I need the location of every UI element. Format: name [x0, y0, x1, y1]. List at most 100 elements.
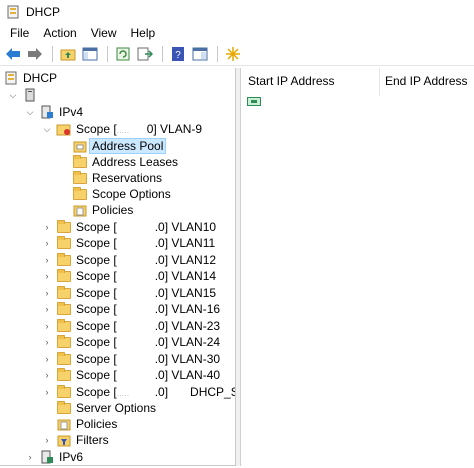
tree-item-scope[interactable]: › Scope [x.0] VLAN-16 [42, 301, 222, 317]
folder-icon [56, 318, 71, 333]
tree-item-scope-options[interactable]: Scope Options [72, 186, 173, 202]
tree-item-scope[interactable]: › Scope [x.0] VLAN11 [42, 235, 217, 251]
tree-label: Scope [x.0] VLAN11 [76, 236, 216, 250]
tree-item-scope[interactable]: › Scope [x.0] VLAN12 [42, 252, 218, 268]
redacted-text: ..... [116, 125, 147, 135]
folder-icon [56, 252, 71, 267]
chevron-right-icon[interactable]: › [42, 367, 52, 383]
tree-item-scope[interactable]: › Scope [x.0] VLAN-30 [42, 351, 222, 367]
tree-item-filters[interactable]: › Filters [42, 432, 111, 448]
refresh-icon [116, 47, 130, 60]
tree-item-scope[interactable]: › Scope [......0]DHCP_SRV [42, 384, 235, 400]
tree-item-scope[interactable]: › Scope [x.0] VLAN10 [42, 219, 218, 235]
tree-item-reservations[interactable]: Reservations [72, 170, 164, 186]
action-pane-icon [192, 47, 208, 60]
column-header-start-ip[interactable]: Start IP Address [248, 74, 335, 88]
redacted-text: x [116, 269, 155, 283]
tree-item-server-options[interactable]: Server Options [56, 400, 158, 416]
tree-item-scope[interactable]: › Scope [x.0] VLAN15 [42, 285, 218, 301]
back-button[interactable] [3, 44, 23, 64]
tree-label: Scope [x.0] VLAN-30 [76, 352, 221, 366]
tree-item-address-pool[interactable]: Address Pool [72, 138, 167, 154]
toolbar-separator [107, 45, 108, 62]
tree-label: Scope [x.0] VLAN-24 [76, 335, 221, 349]
chevron-right-icon[interactable]: › [42, 268, 52, 284]
chevron-down-icon[interactable]: ⌵ [42, 121, 52, 137]
refresh-button[interactable] [113, 44, 133, 64]
chevron-right-icon[interactable]: › [42, 301, 52, 317]
window-title: DHCP [26, 5, 61, 19]
chevron-right-icon[interactable]: › [42, 318, 52, 334]
toolbar-separator [52, 45, 53, 62]
tree-item-address-leases[interactable]: Address Leases [72, 154, 180, 170]
menu-file[interactable]: File [3, 26, 36, 40]
chevron-right-icon[interactable]: › [42, 334, 52, 350]
new-button[interactable] [223, 44, 243, 64]
tree-item-scope-policies[interactable]: Policies [72, 202, 135, 218]
tree-item-scope[interactable]: › Scope [x.0] VLAN-24 [42, 334, 222, 350]
chevron-right-icon[interactable]: › [42, 252, 52, 268]
toolbar-separator [217, 45, 218, 62]
chevron-right-icon[interactable]: › [42, 351, 52, 367]
tree-item-scope[interactable]: › Scope [x.0] VLAN14 [42, 268, 218, 284]
console-tree-icon [82, 47, 98, 60]
chevron-down-icon[interactable]: ⌵ [25, 104, 35, 120]
help-icon: ? [172, 46, 184, 61]
options-folder-icon [72, 186, 87, 201]
redacted-text: x [116, 335, 155, 349]
tree-item-server[interactable]: ⌵ [8, 87, 44, 103]
tree-label: Scope [x.0] VLAN-16 [76, 302, 221, 316]
ipv6-icon [39, 450, 54, 464]
tree-label: Scope [......0]DHCP_SRV [76, 385, 235, 399]
options-folder-icon [56, 400, 71, 415]
tree-item-scope-vlan-9[interactable]: ⌵ Scope [..... 0] VLAN-9 [42, 121, 204, 137]
tree-label: IPv4 [59, 105, 84, 119]
up-folder-button[interactable] [58, 44, 78, 64]
menu-help[interactable]: Help [124, 26, 163, 40]
show-hide-console-tree-button[interactable] [80, 44, 100, 64]
folder-icon [56, 334, 71, 349]
toolbar: ? [0, 42, 474, 66]
dhcp-server-icon [3, 71, 18, 85]
scope-folder-icon [56, 122, 71, 136]
list-item[interactable] [247, 94, 447, 108]
chevron-right-icon[interactable]: › [25, 449, 35, 465]
chevron-right-icon[interactable]: › [42, 285, 52, 301]
arrow-right-icon [28, 47, 42, 60]
chevron-right-icon[interactable]: › [42, 432, 52, 448]
tree-label: DHCP [23, 71, 58, 85]
tree-item-dhcp-root[interactable]: DHCP [3, 70, 59, 86]
help-button[interactable]: ? [168, 44, 188, 64]
export-list-button[interactable] [135, 44, 155, 64]
policies-icon [72, 203, 87, 217]
tree-item-scope[interactable]: › Scope [x.0] VLAN-40 [42, 367, 222, 383]
filters-icon [56, 433, 71, 447]
show-action-pane-button[interactable] [190, 44, 210, 64]
toolbar-separator [162, 45, 163, 62]
policies-icon [56, 417, 71, 431]
tree-label: Scope [x.0] VLAN-23 [76, 319, 221, 333]
redacted-text: x [116, 253, 155, 267]
tree-item-ipv4-policies[interactable]: Policies [56, 416, 119, 432]
chevron-right-icon[interactable]: › [42, 384, 52, 400]
tree-label: Scope [x.0] VLAN12 [76, 253, 217, 267]
tree-item-ipv4[interactable]: ⌵ IPv4 [25, 104, 85, 120]
chevron-down-icon[interactable]: ⌵ [8, 87, 18, 103]
tree-item-scope[interactable]: › Scope [x.0] VLAN-23 [42, 318, 222, 334]
tree-item-ipv6[interactable]: › IPv6 [25, 449, 85, 465]
menu-view[interactable]: View [84, 26, 124, 40]
folder-icon [72, 154, 87, 169]
redacted-text: x [116, 352, 155, 366]
column-divider[interactable] [379, 68, 380, 96]
redacted-text: x [116, 319, 155, 333]
menu-action[interactable]: Action [36, 26, 83, 40]
folder-icon [56, 235, 71, 250]
chevron-right-icon[interactable]: › [42, 235, 52, 251]
redacted-text: ..... [116, 388, 155, 398]
ipv4-icon [39, 105, 54, 119]
folder-icon [56, 268, 71, 283]
chevron-right-icon[interactable]: › [42, 219, 52, 235]
forward-button[interactable] [25, 44, 45, 64]
column-header-end-ip[interactable]: End IP Address [385, 74, 468, 88]
redacted-text: x [116, 220, 155, 234]
